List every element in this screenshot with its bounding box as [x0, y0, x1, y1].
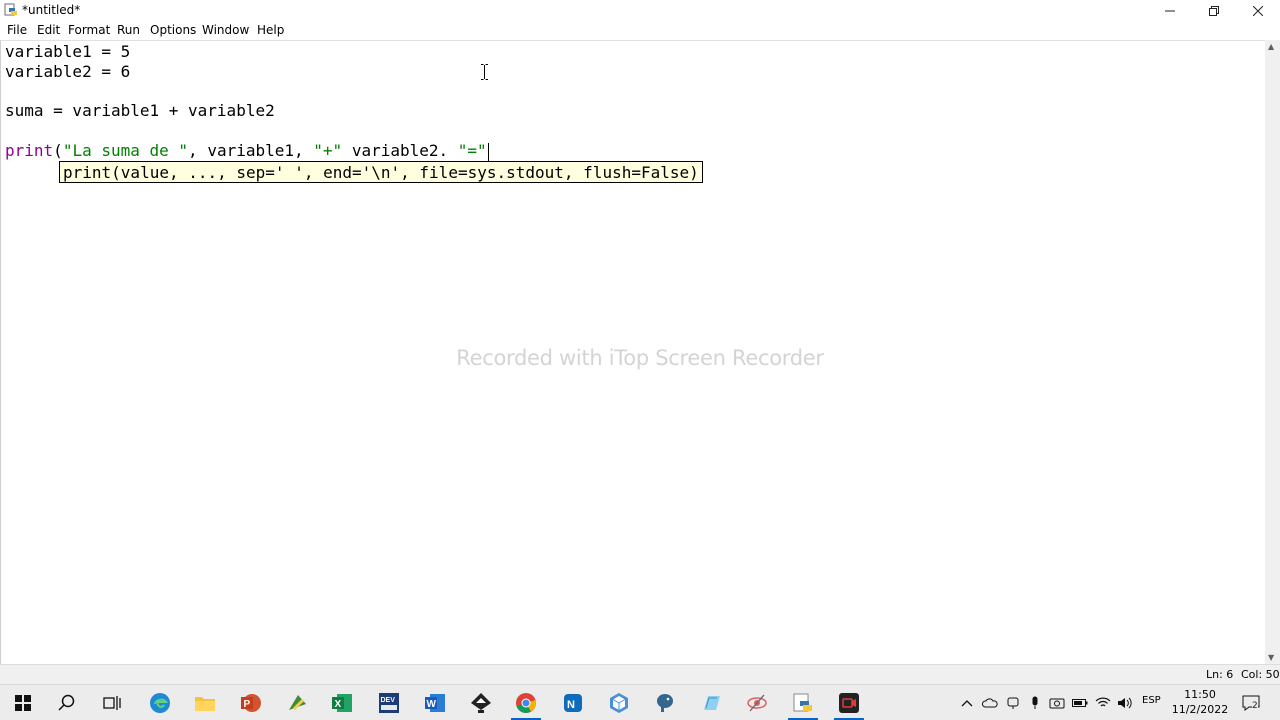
recorder-watermark: Recorded with iTop Screen Recorder [456, 346, 824, 370]
minimize-icon [1165, 10, 1175, 11]
start-icon [15, 694, 31, 711]
menu-run[interactable]: Run [117, 23, 140, 37]
app-icon [289, 694, 306, 710]
devcpp-icon: DEV [379, 692, 399, 713]
app-button[interactable] [734, 685, 780, 720]
status-bar: Ln: 6 Col: 50 [0, 664, 1280, 684]
svg-text:W: W [427, 699, 437, 710]
menu-format[interactable]: Format [68, 23, 110, 37]
code-line-6: print("La suma de ", variable1, "+" vari… [5, 141, 489, 161]
powerpoint-button[interactable]: P [228, 685, 274, 720]
inkscape-icon [471, 692, 491, 713]
app-button[interactable]: N [550, 685, 596, 720]
inkscape-button[interactable] [458, 685, 504, 720]
excel-button[interactable]: X [319, 685, 365, 720]
close-icon [1253, 5, 1263, 16]
code-punct: variable2. [342, 141, 458, 160]
python-idle-icon [4, 3, 17, 16]
show-hidden-icons-icon[interactable] [959, 695, 975, 711]
3d-icon [610, 692, 628, 713]
notifications-button[interactable]: 2 [1241, 695, 1261, 711]
screen-recorder-icon [839, 692, 859, 713]
onedrive-icon[interactable] [982, 695, 998, 711]
restore-button[interactable] [1192, 0, 1236, 21]
string-literal: "+" [313, 141, 343, 160]
app-button[interactable] [274, 685, 320, 720]
string-literal: "=" [457, 141, 487, 160]
menu-file[interactable]: File [7, 23, 27, 37]
calltip-tooltip: print(value, ..., sep=' ', end='\n', fil… [59, 161, 703, 183]
file-explorer-button[interactable] [182, 685, 228, 720]
search-icon [58, 694, 75, 711]
code-line-2: variable2 = 6 [5, 62, 131, 81]
app-icon [747, 694, 767, 711]
app-icon: N [564, 693, 582, 712]
python-idle-button[interactable] [780, 685, 826, 720]
code-line-4: suma = variable1 + variable2 [5, 101, 275, 120]
search-button[interactable] [44, 685, 90, 720]
device-icon[interactable] [1005, 695, 1021, 711]
volume-icon[interactable] [1117, 695, 1133, 711]
task-view-button[interactable] [89, 685, 135, 720]
app-button[interactable] [688, 685, 734, 720]
restore-icon [1209, 5, 1219, 16]
microphone-icon[interactable] [1027, 695, 1043, 711]
postgres-button[interactable] [642, 685, 688, 720]
menu-window[interactable]: Window [202, 23, 249, 37]
svg-text:DEV: DEV [381, 697, 396, 704]
start-button[interactable] [0, 685, 46, 720]
system-clock[interactable]: 11:50 11/2/2022 [1170, 687, 1230, 717]
menu-edit[interactable]: Edit [37, 23, 60, 37]
python-idle-icon [793, 693, 812, 711]
language-indicator[interactable]: ESP [1142, 695, 1161, 706]
powerpoint-icon: P [241, 693, 261, 712]
svg-text:N: N [567, 699, 575, 711]
minimize-button[interactable] [1148, 0, 1192, 21]
scroll-up-icon[interactable]: ▲ [1268, 42, 1274, 51]
word-icon: W [425, 693, 445, 712]
svg-text:X: X [335, 699, 342, 710]
taskbar: P X DEV W N ESP 11:50 11/2/2022 2 [0, 684, 1280, 720]
menu-help[interactable]: Help [257, 23, 284, 37]
clock-time: 11:50 [1184, 688, 1216, 701]
code-punct: , variable1, [188, 141, 314, 160]
menu-bar: File Edit Format Run Options Window Help [0, 21, 1280, 40]
vertical-scrollbar[interactable]: ▲ ▼ [1265, 40, 1280, 664]
app-icon [704, 695, 720, 710]
word-button[interactable]: W [412, 685, 458, 720]
notification-count: 2 [1252, 701, 1258, 711]
status-line: Ln: 6 [1206, 668, 1234, 681]
status-col: Col: 50 [1241, 668, 1280, 681]
postgres-icon [657, 693, 673, 712]
close-button[interactable] [1236, 0, 1280, 21]
devcpp-button[interactable]: DEV [366, 685, 412, 720]
chrome-icon [516, 692, 536, 713]
3d-app-button[interactable] [596, 685, 642, 720]
chrome-button[interactable] [503, 685, 549, 720]
svg-text:P: P [244, 699, 251, 710]
window-title: *untitled* [22, 3, 81, 17]
string-literal: "La suma de " [62, 141, 189, 160]
wifi-icon[interactable] [1095, 695, 1111, 711]
menu-options[interactable]: Options [150, 23, 196, 37]
text-caret [487, 142, 489, 161]
ibeam-cursor-icon [481, 64, 488, 80]
print-keyword: print [5, 141, 54, 160]
edge-button[interactable] [137, 685, 183, 720]
excel-icon: X [332, 693, 352, 712]
task-view-icon [103, 695, 121, 710]
clock-date: 11/2/2022 [1171, 703, 1229, 716]
file-explorer-icon [195, 696, 215, 711]
camera-icon[interactable] [1049, 695, 1065, 711]
screen-recorder-button[interactable] [826, 685, 872, 720]
code-punct: ( [53, 141, 63, 160]
scroll-down-icon[interactable]: ▼ [1268, 653, 1274, 662]
edge-icon [150, 692, 170, 713]
title-bar: *untitled* [0, 0, 1280, 21]
code-line-1: variable1 = 5 [5, 42, 131, 61]
battery-icon[interactable] [1072, 695, 1088, 711]
